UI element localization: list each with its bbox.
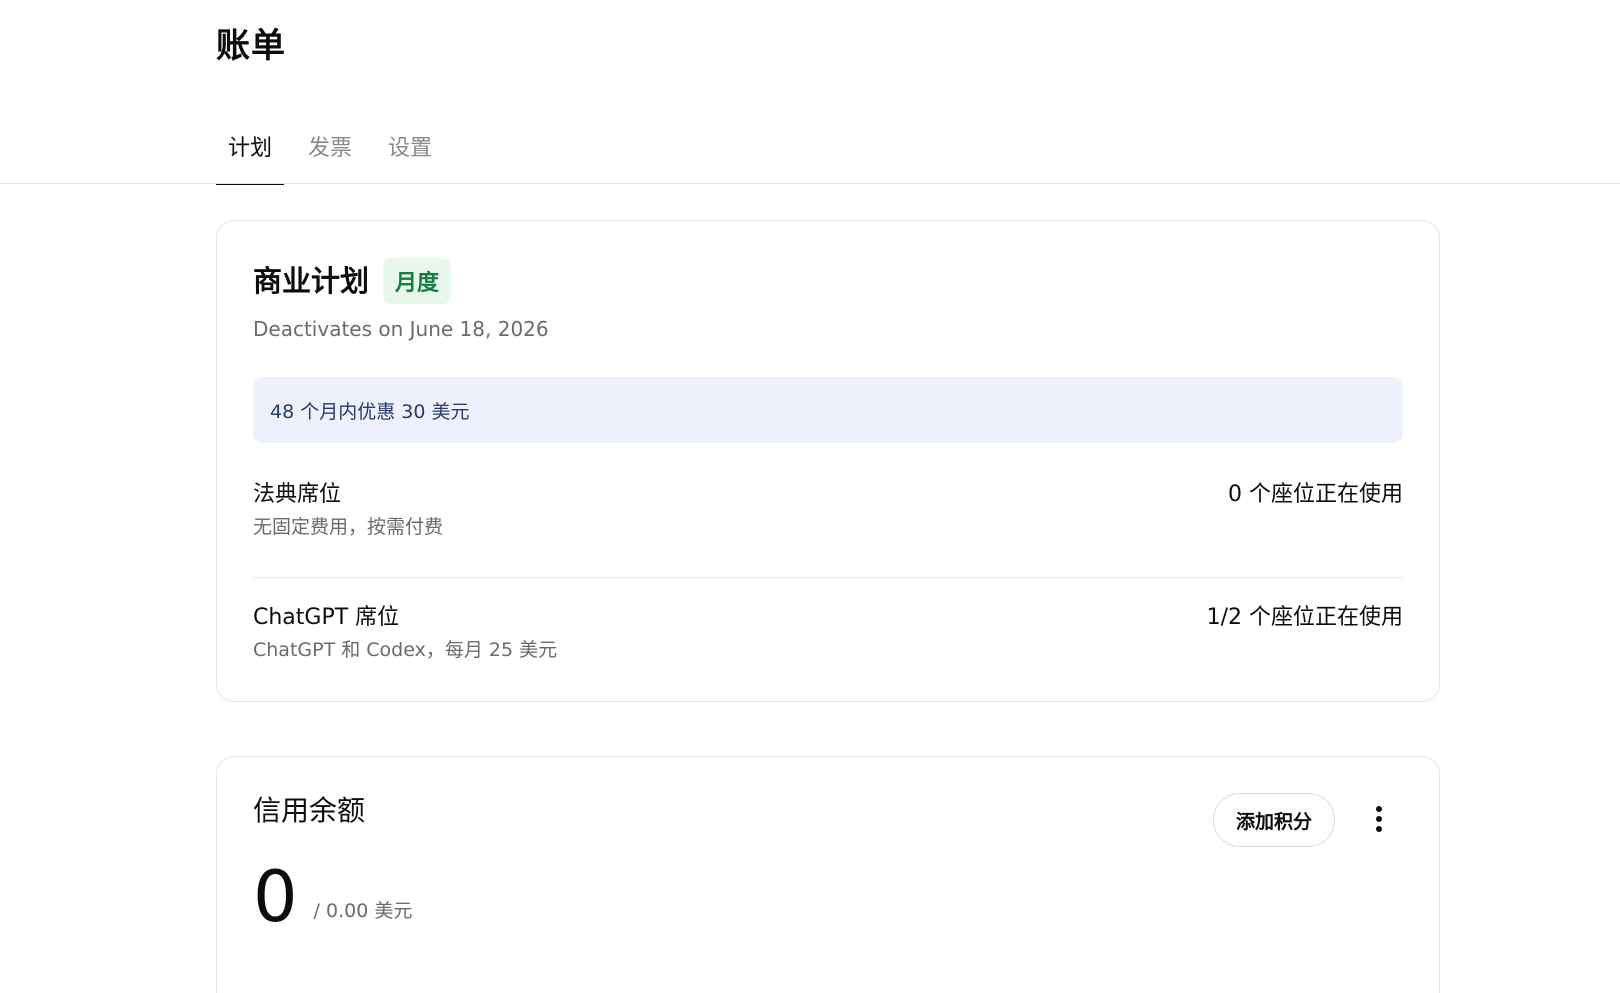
add-credits-button[interactable]: 添加积分 <box>1213 793 1335 847</box>
tab-invoices[interactable]: 发票 <box>296 124 364 184</box>
seat-divider <box>253 577 1403 578</box>
plan-name: 商业计划 <box>253 264 370 298</box>
more-options-icon[interactable] <box>1361 801 1397 837</box>
seat-usage: 1/2 个座位正在使用 <box>1206 605 1403 630</box>
credit-title: 信用余额 <box>253 794 366 827</box>
plan-status: Deactivates on June 18, 2026 <box>253 317 549 341</box>
discount-text: 48 个月内优惠 30 美元 <box>270 400 470 423</box>
discount-banner: 48 个月内优惠 30 美元 <box>253 377 1403 443</box>
seat-description: 无固定费用，按需付费 <box>253 516 444 538</box>
tab-settings[interactable]: 设置 <box>376 124 444 184</box>
credit-total: / 0.00 美元 <box>313 900 413 922</box>
billing-cycle-badge: 月度 <box>383 258 452 304</box>
credit-amount: 0 <box>253 856 298 938</box>
seat-usage: 0 个座位正在使用 <box>1228 482 1403 507</box>
tab-bar: 计划 发票 设置 <box>216 124 456 185</box>
credit-amount-row: 0 / 0.00 美元 <box>253 857 412 937</box>
plan-header: 商业计划 月度 <box>253 258 452 304</box>
tabs-divider <box>0 183 1620 184</box>
plan-card: 商业计划 月度 Deactivates on June 18, 2026 48 … <box>216 220 1440 702</box>
seat-row-codex: 法典席位 无固定费用，按需付费 0 个座位正在使用 <box>253 479 1403 541</box>
seat-row-chatgpt: ChatGPT 席位 ChatGPT 和 Codex，每月 25 美元 1/2 … <box>253 602 1403 664</box>
seat-description: ChatGPT 和 Codex，每月 25 美元 <box>253 639 558 661</box>
page-title: 账单 <box>216 26 286 66</box>
credit-card: 信用余额 添加积分 0 / 0.00 美元 <box>216 756 1440 993</box>
tab-plan[interactable]: 计划 <box>216 124 285 185</box>
billing-page: 账单 计划 发票 设置 商业计划 月度 Deactivates on June … <box>0 0 1620 993</box>
